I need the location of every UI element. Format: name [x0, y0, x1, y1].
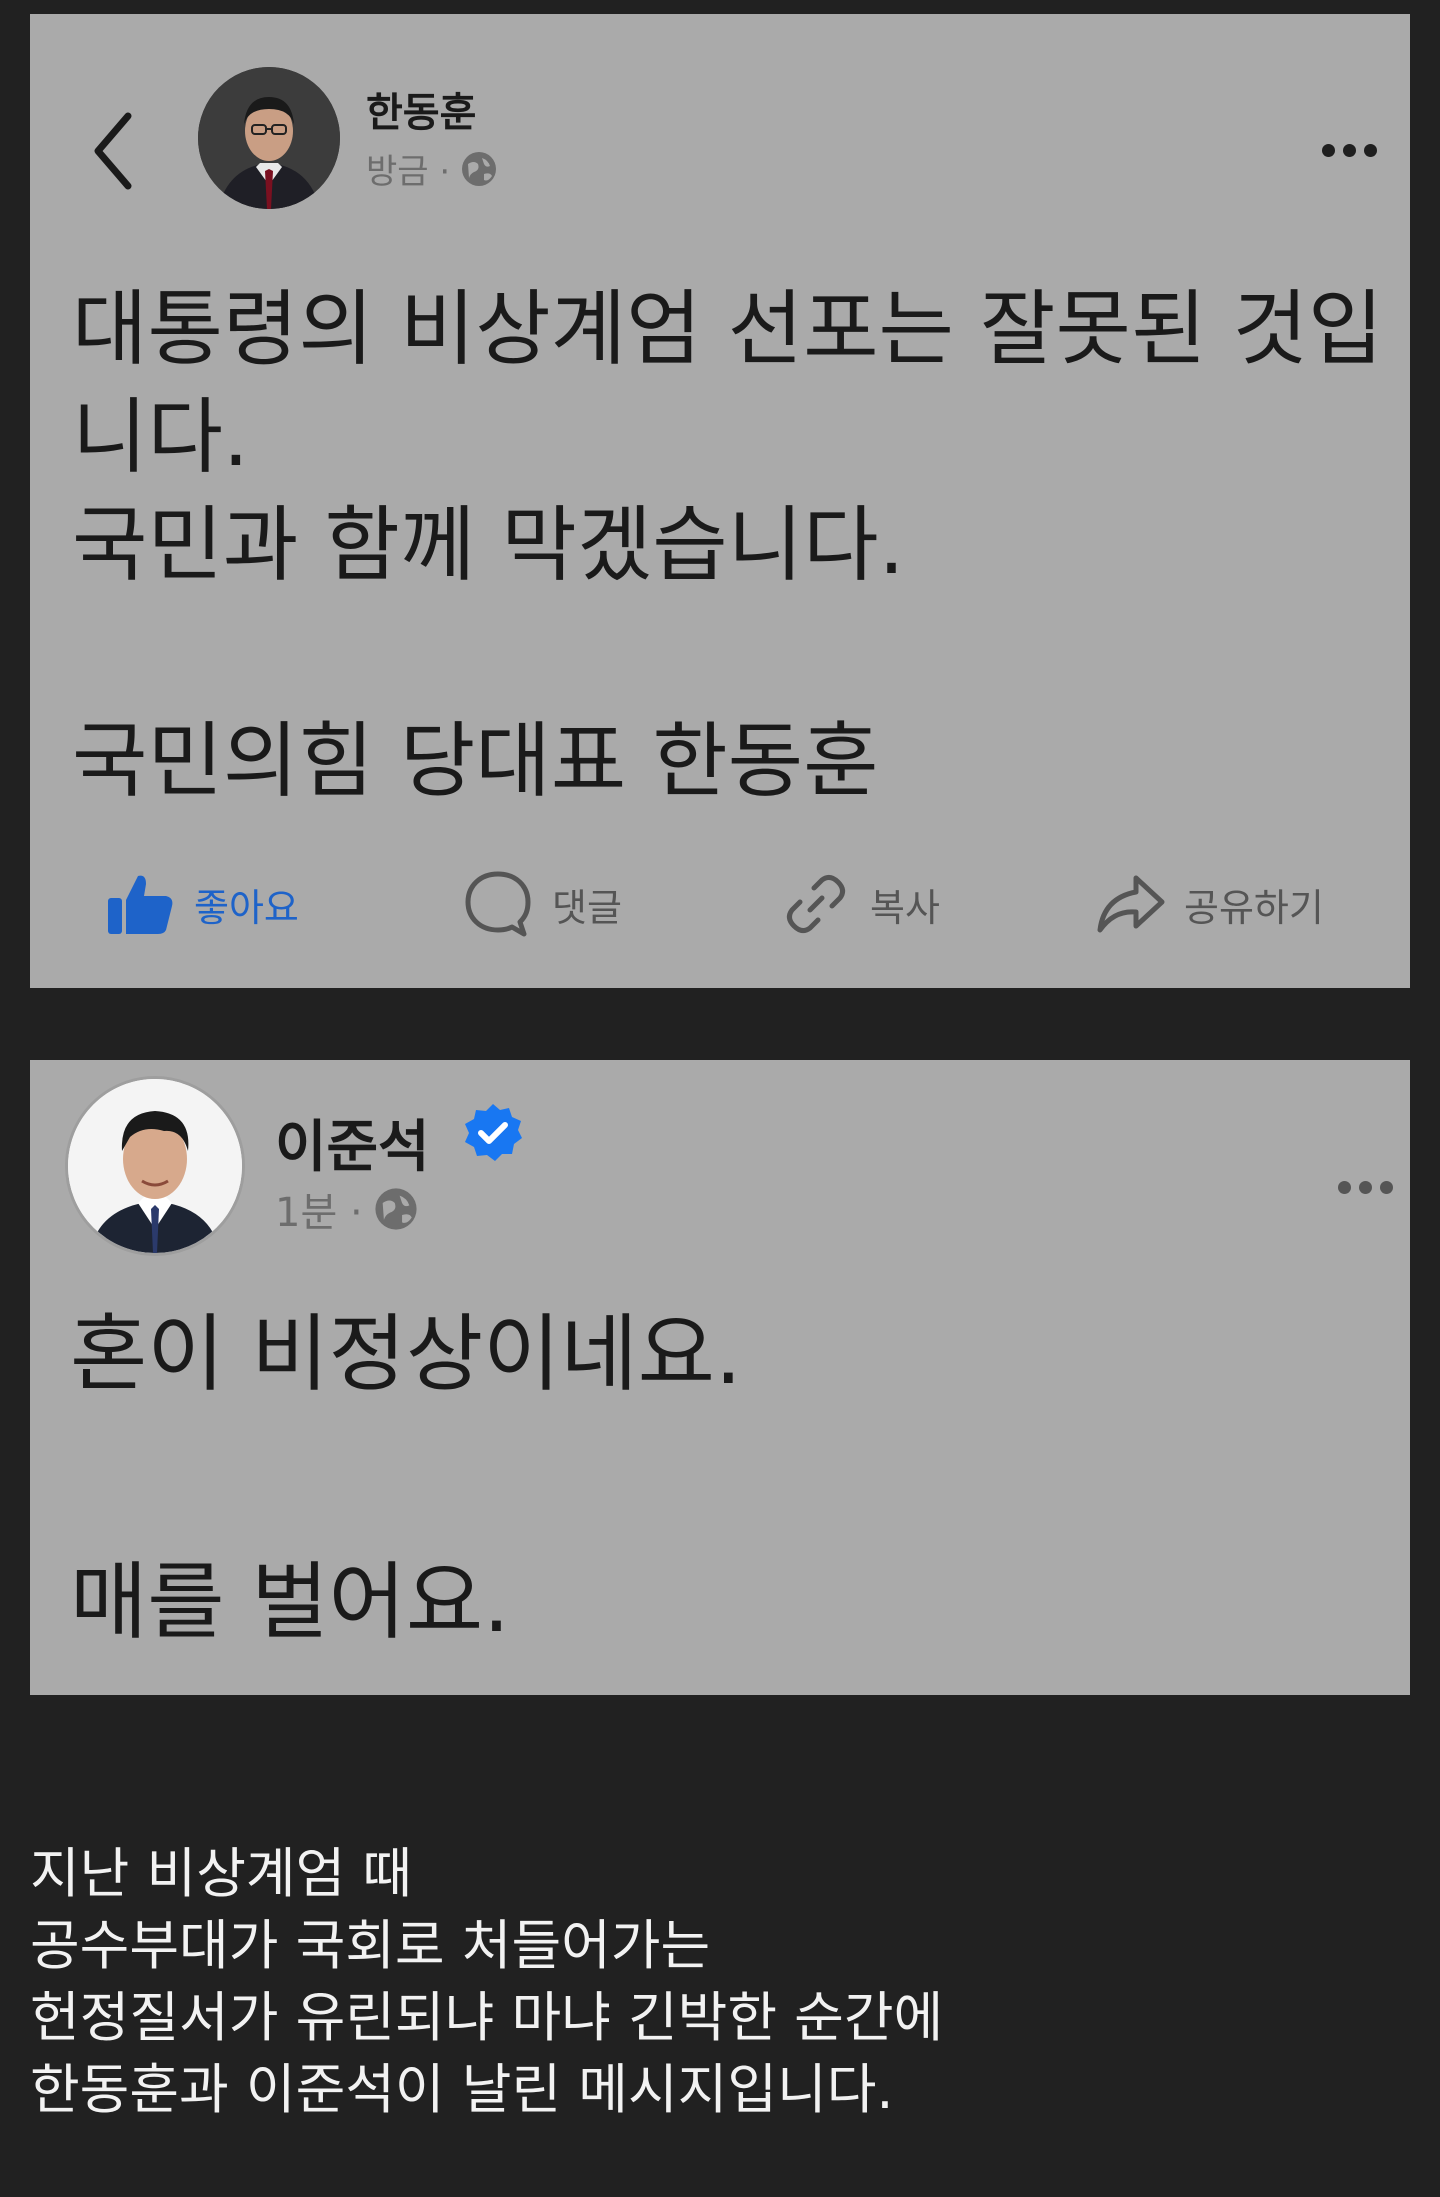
caption-line: 헌정질서가 유린되냐 마냐 긴박한 순간에: [30, 1986, 944, 2049]
copy-label: 복사: [870, 885, 940, 930]
post-meta: 방금 ·: [366, 144, 498, 193]
more-options-icon[interactable]: [1322, 144, 1377, 157]
caption-line: 지난 비상계엄 때: [30, 1842, 413, 1905]
back-icon[interactable]: [88, 96, 148, 206]
copy-link-button[interactable]: 복사: [780, 854, 940, 954]
post-line: 매를 벌어요.: [70, 1553, 510, 1651]
more-options-icon[interactable]: [1338, 1181, 1393, 1194]
thumbs-up-icon: [108, 875, 173, 934]
post-body: 혼이 비정상이네요. 매를 벌어요.: [70, 1292, 1390, 1664]
share-icon: [1097, 875, 1165, 933]
post-card-handonghoon: 한동훈 방금 · 대통령의 비상계엄 선포는 잘못된 것입 니다. 국민과 함께…: [30, 14, 1410, 988]
caption-line: 공수부대가 국회로 처들어가는: [30, 1914, 711, 1977]
post-time: 1분 ·: [275, 1190, 363, 1236]
author-name[interactable]: 이준석: [275, 1102, 430, 1183]
avatar[interactable]: [198, 67, 340, 209]
post-meta: 1분 ·: [275, 1180, 419, 1238]
post-line: 대통령의 비상계엄 선포는 잘못된 것입: [72, 282, 1384, 377]
post-time: 방금 ·: [366, 152, 451, 192]
like-label: 좋아요: [194, 885, 299, 930]
globe-icon: [375, 1188, 417, 1230]
post-body: 대통령의 비상계엄 선포는 잘못된 것입 니다. 국민과 함께 막겠습니다. 국…: [72, 276, 1402, 816]
post-line: 니다.: [72, 390, 249, 485]
post-card-leejunseok: 이준석 1분 · 혼이 비정상이네요. 매를 벌어요.: [30, 1060, 1410, 1695]
share-button[interactable]: 공유하기: [1094, 854, 1324, 954]
post-line: 혼이 비정상이네요.: [70, 1305, 742, 1403]
globe-icon: [462, 151, 497, 186]
post-line: 국민과 함께 막겠습니다.: [72, 498, 905, 593]
post-line: 국민의힘 당대표 한동훈: [72, 714, 879, 809]
like-button[interactable]: 좋아요: [104, 854, 299, 954]
comment-button[interactable]: 댓글: [462, 854, 622, 954]
comment-icon: [465, 871, 531, 937]
caption-text: 지난 비상계엄 때 공수부대가 국회로 처들어가는 헌정질서가 유린되냐 마냐 …: [30, 1838, 1410, 2126]
comment-label: 댓글: [552, 885, 622, 930]
author-name[interactable]: 한동훈: [366, 80, 476, 138]
avatar[interactable]: [65, 1076, 245, 1256]
share-label: 공유하기: [1184, 885, 1324, 930]
verified-badge-icon: [465, 1104, 522, 1161]
post-actions: 좋아요 댓글 복사 공유하기: [30, 854, 1410, 954]
link-icon: [786, 874, 846, 934]
caption-line: 한동훈과 이준석이 날린 메시지입니다.: [30, 2058, 894, 2121]
